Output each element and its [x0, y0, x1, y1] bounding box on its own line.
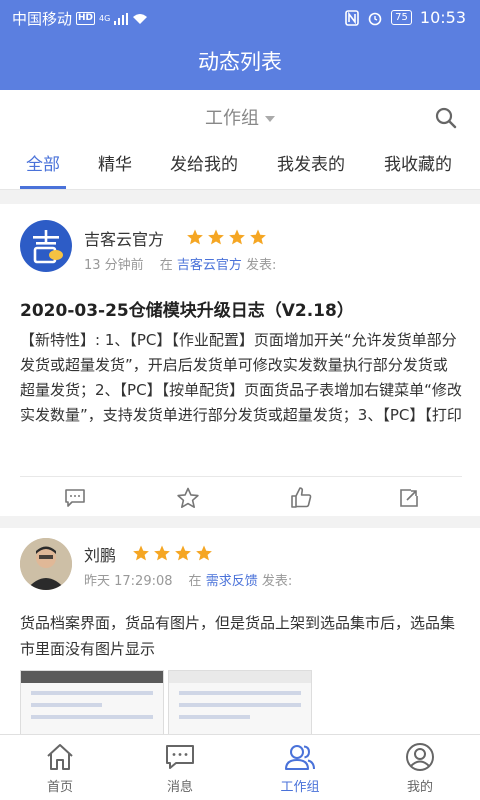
- post-time: 昨天 17:29:08: [84, 574, 173, 589]
- nav-profile[interactable]: 我的: [360, 741, 480, 795]
- post-body[interactable]: 货品档案界面，货品有图片，但是货品上架到选品集市后，选品集市里面没有图片显示: [20, 610, 462, 662]
- in-label: 在: [159, 258, 173, 273]
- star-icon: [229, 229, 245, 245]
- tab-all[interactable]: 全部: [26, 150, 60, 175]
- group-link[interactable]: 需求反馈: [206, 574, 258, 589]
- star-icon: [187, 229, 203, 245]
- active-tab-indicator: [20, 186, 66, 189]
- rating-stars: [132, 544, 213, 562]
- divider: [20, 476, 462, 477]
- attachment-image[interactable]: [168, 670, 312, 734]
- hd-badge: HD: [76, 12, 96, 25]
- favorite-star-icon[interactable]: [176, 486, 200, 510]
- comment-icon[interactable]: [63, 486, 87, 510]
- tab-sent-to-me[interactable]: 发给我的: [170, 150, 238, 175]
- caret-down-icon: [265, 116, 275, 122]
- star-icon: [154, 545, 170, 561]
- star-icon: [133, 545, 149, 561]
- filter-bar: 工作组 全部 精华 发给我的 我发表的 我收藏的: [0, 90, 480, 190]
- in-label: 在: [188, 574, 202, 589]
- group-selector-label: 工作组: [205, 108, 259, 129]
- posted-label: 发表:: [246, 258, 277, 273]
- group-selector[interactable]: 工作组: [0, 104, 480, 130]
- nav-workgroup[interactable]: 工作组: [240, 741, 360, 795]
- post-card[interactable]: 吉客云官方 13 分钟前在 吉客云官方 发表: 2020-03-25仓储模块升级…: [0, 204, 480, 516]
- post-actions: [0, 484, 480, 516]
- tab-my-posts[interactable]: 我发表的: [277, 150, 345, 175]
- nav-home[interactable]: 首页: [0, 741, 120, 795]
- star-icon: [175, 545, 191, 561]
- posted-label: 发表:: [261, 574, 293, 589]
- group-link[interactable]: 吉客云官方: [177, 258, 242, 273]
- star-icon: [208, 229, 224, 245]
- like-icon[interactable]: [289, 486, 313, 510]
- carrier-label: 中国移动: [12, 10, 73, 28]
- star-icon: [250, 229, 266, 245]
- alarm-icon: [368, 12, 382, 25]
- wifi-icon: [133, 13, 148, 24]
- message-icon: [166, 745, 194, 769]
- nfc-icon: [345, 9, 359, 26]
- bottom-nav: 首页 消息 工作组 我的: [0, 734, 480, 800]
- avatar[interactable]: [20, 220, 72, 272]
- post-body[interactable]: 【新特性】: 1、【PC】【作业配置】页面增加开关“允许发货单部分发货或超量发货…: [20, 328, 462, 428]
- profile-icon: [406, 743, 434, 771]
- attachment-image[interactable]: [20, 670, 164, 734]
- rating-stars: [186, 228, 267, 246]
- post-title[interactable]: 2020-03-25仓储模块升级日志（V2.18）: [20, 296, 354, 321]
- tab-featured[interactable]: 精华: [98, 150, 132, 175]
- avatar[interactable]: [20, 538, 72, 590]
- user-photo: [20, 538, 72, 590]
- network-label: 4G: [99, 13, 111, 23]
- group-icon: [285, 745, 315, 770]
- share-edit-icon[interactable]: [397, 486, 421, 510]
- battery-icon: 75: [391, 10, 412, 25]
- status-bar: 中国移动 HD 4G 75 10:53: [0, 0, 480, 34]
- filter-tabs: 全部 精华 发给我的 我发表的 我收藏的: [0, 146, 480, 190]
- search-icon[interactable]: [434, 106, 458, 130]
- star-icon: [196, 545, 212, 561]
- jikeyun-logo-icon: [33, 230, 63, 264]
- page-title: 动态列表: [0, 34, 480, 90]
- nav-workgroup-label: 工作组: [280, 780, 320, 795]
- signal-icon: [114, 12, 129, 25]
- home-icon: [47, 744, 73, 770]
- clock: 10:53: [419, 8, 466, 27]
- tab-my-favorites[interactable]: 我收藏的: [384, 150, 452, 175]
- post-meta: 昨天 17:29:08 在 需求反馈 发表:: [84, 570, 292, 589]
- post-time: 13 分钟前: [84, 258, 144, 273]
- nav-messages[interactable]: 消息: [120, 741, 240, 795]
- author-name[interactable]: 吉客云官方: [84, 226, 164, 250]
- author-name[interactable]: 刘鹏: [84, 542, 116, 566]
- post-meta: 13 分钟前在 吉客云官方 发表:: [84, 254, 276, 273]
- nav-messages-label: 消息: [166, 780, 193, 795]
- nav-profile-label: 我的: [406, 780, 433, 795]
- post-card[interactable]: 刘鹏 昨天 17:29:08 在 需求反馈 发表: 货品档案界面，货品有图片，但是…: [0, 528, 480, 734]
- nav-home-label: 首页: [46, 780, 73, 795]
- feed-list[interactable]: 吉客云官方 13 分钟前在 吉客云官方 发表: 2020-03-25仓储模块升级…: [0, 190, 480, 734]
